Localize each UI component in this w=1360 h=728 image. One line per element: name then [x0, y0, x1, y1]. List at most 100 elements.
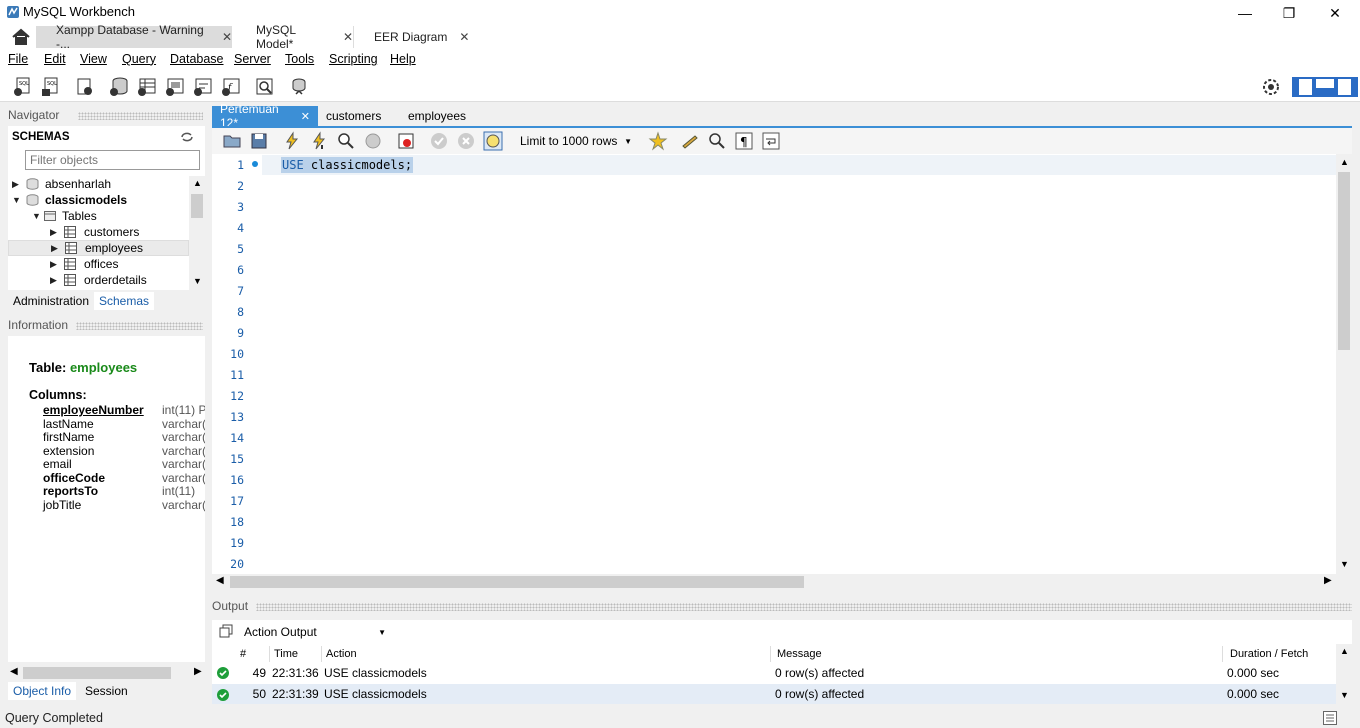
table-customers[interactable]: ▶ customers — [8, 224, 189, 240]
menu-edit[interactable]: Edit — [44, 52, 66, 66]
layout-toggle-icons[interactable] — [1292, 77, 1358, 97]
close-icon[interactable]: ✕ — [343, 30, 353, 44]
table-offices[interactable]: ▶ offices — [8, 256, 189, 272]
scroll-down-icon[interactable]: ▼ — [1340, 559, 1349, 569]
expand-arrow-icon[interactable]: ▶ — [51, 243, 61, 254]
menu-database[interactable]: Database — [170, 52, 224, 66]
col-header-time[interactable]: Time — [270, 646, 322, 662]
copy-icon[interactable] — [219, 624, 233, 638]
code-line-1[interactable]: USE classicmodels; — [281, 157, 414, 173]
schema-classicmodels[interactable]: ▼ classicmodels — [8, 192, 189, 208]
sql-editor[interactable] — [212, 154, 1352, 574]
new-sql-tab-icon[interactable]: SQL — [12, 76, 34, 98]
col-header-num[interactable]: # — [236, 646, 270, 662]
scroll-up-icon[interactable]: ▲ — [1340, 646, 1349, 656]
output-row[interactable]: 50 22:31:39 USE classicmodels 0 row(s) a… — [212, 684, 1336, 704]
close-icon[interactable]: ✕ — [222, 30, 232, 44]
close-icon[interactable]: ✕ — [301, 110, 310, 123]
invisible-chars-icon[interactable]: ¶ — [734, 131, 754, 151]
toggle-error-icon[interactable] — [396, 131, 416, 151]
menu-scripting[interactable]: Scripting — [329, 52, 378, 66]
create-table-icon[interactable] — [136, 76, 158, 98]
menu-help[interactable]: Help — [390, 52, 416, 66]
tab-object-info[interactable]: Object Info — [8, 682, 77, 700]
home-icon[interactable] — [8, 27, 34, 47]
create-view-icon[interactable] — [164, 76, 186, 98]
reconnect-icon[interactable] — [288, 76, 310, 98]
tab-session[interactable]: Session — [80, 682, 133, 700]
scroll-left-icon[interactable]: ◀ — [10, 666, 18, 677]
table-orderdetails[interactable]: ▶ orderdetails — [8, 272, 189, 288]
schema-absenharlah[interactable]: ▶ absenharlah — [8, 176, 189, 192]
stop-icon[interactable] — [363, 131, 383, 151]
tab-employees[interactable]: employees — [400, 106, 474, 126]
scroll-down-icon[interactable]: ▼ — [193, 276, 202, 286]
col-header-message[interactable]: Message — [773, 646, 1223, 662]
save-icon[interactable] — [249, 131, 269, 151]
menu-query[interactable]: Query — [122, 52, 156, 66]
search-table-data-icon[interactable] — [254, 76, 276, 98]
refresh-icon[interactable] — [180, 131, 194, 143]
menu-view[interactable]: View — [80, 52, 107, 66]
col-header-duration[interactable]: Duration / Fetch — [1226, 646, 1336, 662]
tab-xampp-database[interactable]: Xampp Database - Warning -... ✕ — [36, 23, 232, 51]
scroll-down-icon[interactable]: ▼ — [1340, 690, 1349, 700]
toggle-output-icon[interactable] — [1323, 711, 1337, 725]
output-row[interactable]: 49 22:31:36 USE classicmodels 0 row(s) a… — [212, 662, 1336, 684]
menu-file[interactable]: File — [8, 52, 28, 66]
collapse-arrow-icon[interactable]: ▼ — [12, 195, 22, 205]
table-employees[interactable]: ▶ employees — [8, 240, 189, 256]
expand-arrow-icon[interactable]: ▶ — [50, 227, 60, 238]
col-header-action[interactable]: Action — [322, 646, 771, 662]
scroll-thumb[interactable] — [230, 576, 804, 588]
tree-tables[interactable]: ▼ Tables — [8, 208, 189, 224]
tab-mysql-model[interactable]: MySQL Model* ✕ — [236, 23, 354, 51]
inspector-icon[interactable] — [74, 76, 96, 98]
filter-objects-input[interactable] — [25, 150, 200, 170]
close-window-button[interactable]: ✕ — [1312, 0, 1358, 26]
execute-current-icon[interactable] — [309, 131, 329, 151]
scroll-thumb[interactable] — [1338, 172, 1350, 350]
scroll-right-icon[interactable]: ▶ — [1324, 575, 1332, 586]
tab-pertemuan-12[interactable]: Pertemuan 12* ✕ — [212, 102, 318, 130]
open-folder-icon[interactable] — [222, 131, 242, 151]
commit-icon[interactable] — [429, 131, 449, 151]
maximize-button[interactable]: ❐ — [1266, 0, 1312, 26]
menu-tools[interactable]: Tools — [285, 52, 314, 66]
tab-schemas[interactable]: Schemas — [94, 292, 154, 310]
expand-arrow-icon[interactable]: ▶ — [50, 275, 60, 286]
expand-arrow-icon[interactable]: ▶ — [50, 259, 60, 270]
close-icon[interactable]: ✕ — [459, 30, 469, 44]
scroll-up-icon[interactable]: ▲ — [1340, 157, 1349, 167]
tab-eer-diagram[interactable]: EER Diagram ✕ — [354, 26, 470, 48]
scroll-thumb[interactable] — [191, 194, 203, 218]
explain-icon[interactable] — [336, 131, 356, 151]
output-scrollbar[interactable]: ▲ ▼ — [1336, 644, 1352, 704]
tab-customers[interactable]: customers — [318, 106, 389, 126]
editor-horizontal-scrollbar[interactable]: ◀ ▶ — [212, 574, 1336, 590]
minimize-button[interactable]: — — [1222, 0, 1268, 26]
scroll-up-icon[interactable]: ▲ — [193, 178, 202, 188]
scroll-right-icon[interactable]: ▶ — [194, 666, 202, 677]
tab-administration[interactable]: Administration — [8, 292, 95, 310]
beautify-broom-icon[interactable] — [680, 131, 700, 151]
autocommit-icon[interactable] — [483, 131, 503, 151]
create-function-icon[interactable]: f — [220, 76, 242, 98]
create-procedure-icon[interactable] — [192, 76, 214, 98]
scroll-thumb[interactable] — [23, 667, 171, 679]
open-sql-script-icon[interactable]: SQL — [40, 76, 62, 98]
execute-lightning-icon[interactable] — [282, 131, 302, 151]
expand-arrow-icon[interactable]: ▶ — [12, 179, 22, 190]
navigator-scrollbar[interactable]: ▲ ▼ — [189, 176, 205, 290]
wrap-lines-icon[interactable] — [761, 131, 781, 151]
output-type-select[interactable]: Action Output ▼ — [240, 623, 390, 641]
limit-rows-select[interactable]: Limit to 1000 rows ▼ — [514, 132, 636, 150]
find-icon[interactable] — [707, 131, 727, 151]
rollback-icon[interactable] — [456, 131, 476, 151]
add-snippet-star-icon[interactable] — [648, 131, 668, 151]
menu-server[interactable]: Server — [234, 52, 271, 66]
gear-icon[interactable] — [1260, 76, 1282, 98]
collapse-arrow-icon[interactable]: ▼ — [32, 211, 42, 221]
editor-vertical-scrollbar[interactable]: ▲ ▼ — [1336, 154, 1352, 574]
create-schema-icon[interactable] — [108, 76, 130, 98]
